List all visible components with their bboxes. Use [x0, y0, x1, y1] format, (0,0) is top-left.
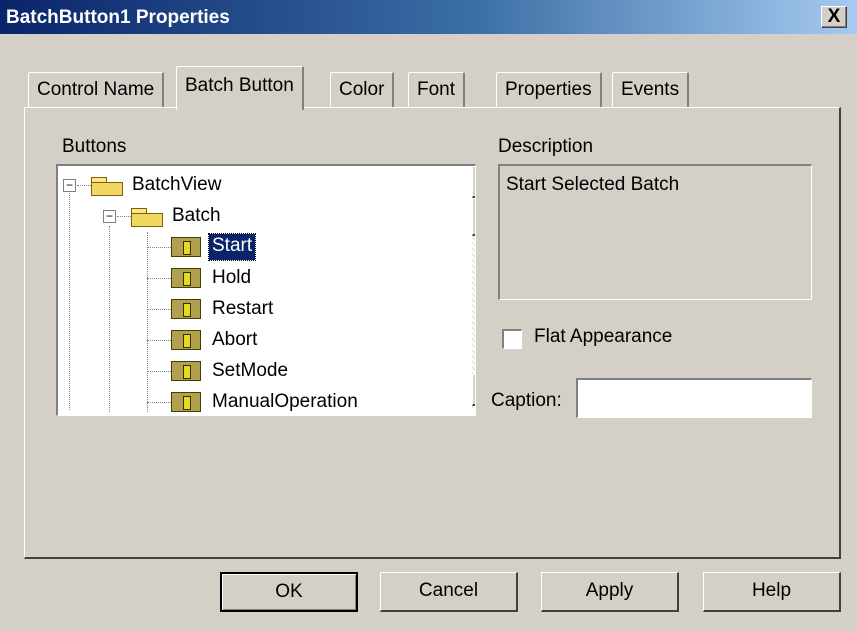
buttons-label: Buttons	[62, 136, 127, 157]
tree-item-start[interactable]: Start	[58, 232, 458, 262]
tree-item-abort[interactable]: Abort	[58, 325, 458, 355]
ok-button[interactable]: OK	[220, 572, 358, 612]
tree-node-label: Batch	[172, 205, 221, 226]
tab-font[interactable]: Font	[408, 72, 466, 108]
title-bar[interactable]: BatchButton1 Properties X	[0, 0, 857, 34]
tree-item-manualoperation[interactable]: ManualOperation	[58, 387, 458, 415]
scroll-thumb[interactable]	[472, 198, 475, 236]
folder-icon	[91, 174, 123, 196]
batch-button-icon	[171, 299, 201, 319]
description-label: Description	[498, 136, 594, 157]
batch-button-icon	[171, 237, 201, 257]
tree-item-label: SetMode	[212, 360, 289, 381]
tab-color[interactable]: Color	[330, 72, 395, 108]
batch-button-icon	[171, 392, 201, 412]
scroll-up-arrow-icon[interactable]: ▲	[472, 166, 475, 198]
tab-events[interactable]: Events	[612, 72, 690, 108]
caption-input[interactable]	[576, 378, 812, 418]
tree-item-label: Hold	[212, 267, 252, 288]
flat-appearance-label[interactable]: Flat Appearance	[534, 326, 672, 348]
apply-button[interactable]: Apply	[541, 572, 679, 612]
tab-panel: Buttons − BatchView − Batch Start Hold R…	[24, 107, 841, 559]
tab-control-name[interactable]: Control Name	[28, 72, 165, 108]
tree-node-root[interactable]: − BatchView	[58, 170, 458, 200]
description-text: Start Selected Batch	[506, 174, 680, 195]
window-title: BatchButton1 Properties	[6, 7, 230, 28]
tree-item-label-selected: Start	[207, 233, 257, 261]
folder-icon	[131, 205, 163, 227]
batch-button-icon	[171, 268, 201, 288]
tab-batch-button[interactable]: Batch Button	[176, 66, 304, 110]
close-button[interactable]: X	[821, 6, 847, 28]
flat-appearance-checkbox[interactable]	[502, 329, 522, 349]
caption-label: Caption:	[491, 390, 562, 411]
tree-item-restart[interactable]: Restart	[58, 294, 458, 324]
tree-scrollbar[interactable]: ▲ ▼	[472, 166, 475, 408]
tree-node-batch[interactable]: − Batch	[58, 201, 458, 231]
batch-button-icon	[171, 361, 201, 381]
collapse-icon[interactable]: −	[63, 179, 76, 192]
tab-properties[interactable]: Properties	[496, 72, 602, 108]
tree-item-label: Restart	[212, 298, 274, 319]
cancel-button[interactable]: Cancel	[380, 572, 518, 612]
tree-item-label: Abort	[212, 329, 258, 350]
buttons-tree[interactable]: − BatchView − Batch Start Hold Restart A…	[56, 164, 476, 416]
tree-item-label: ManualOperation	[212, 391, 358, 412]
description-box: Start Selected Batch	[498, 164, 812, 300]
collapse-icon[interactable]: −	[103, 210, 116, 223]
tree-item-hold[interactable]: Hold	[58, 263, 458, 293]
tree-node-label: BatchView	[132, 174, 222, 195]
tree-item-setmode[interactable]: SetMode	[58, 356, 458, 386]
help-button[interactable]: Help	[703, 572, 841, 612]
scroll-down-arrow-icon[interactable]: ▼	[472, 374, 475, 406]
batch-button-icon	[171, 330, 201, 350]
